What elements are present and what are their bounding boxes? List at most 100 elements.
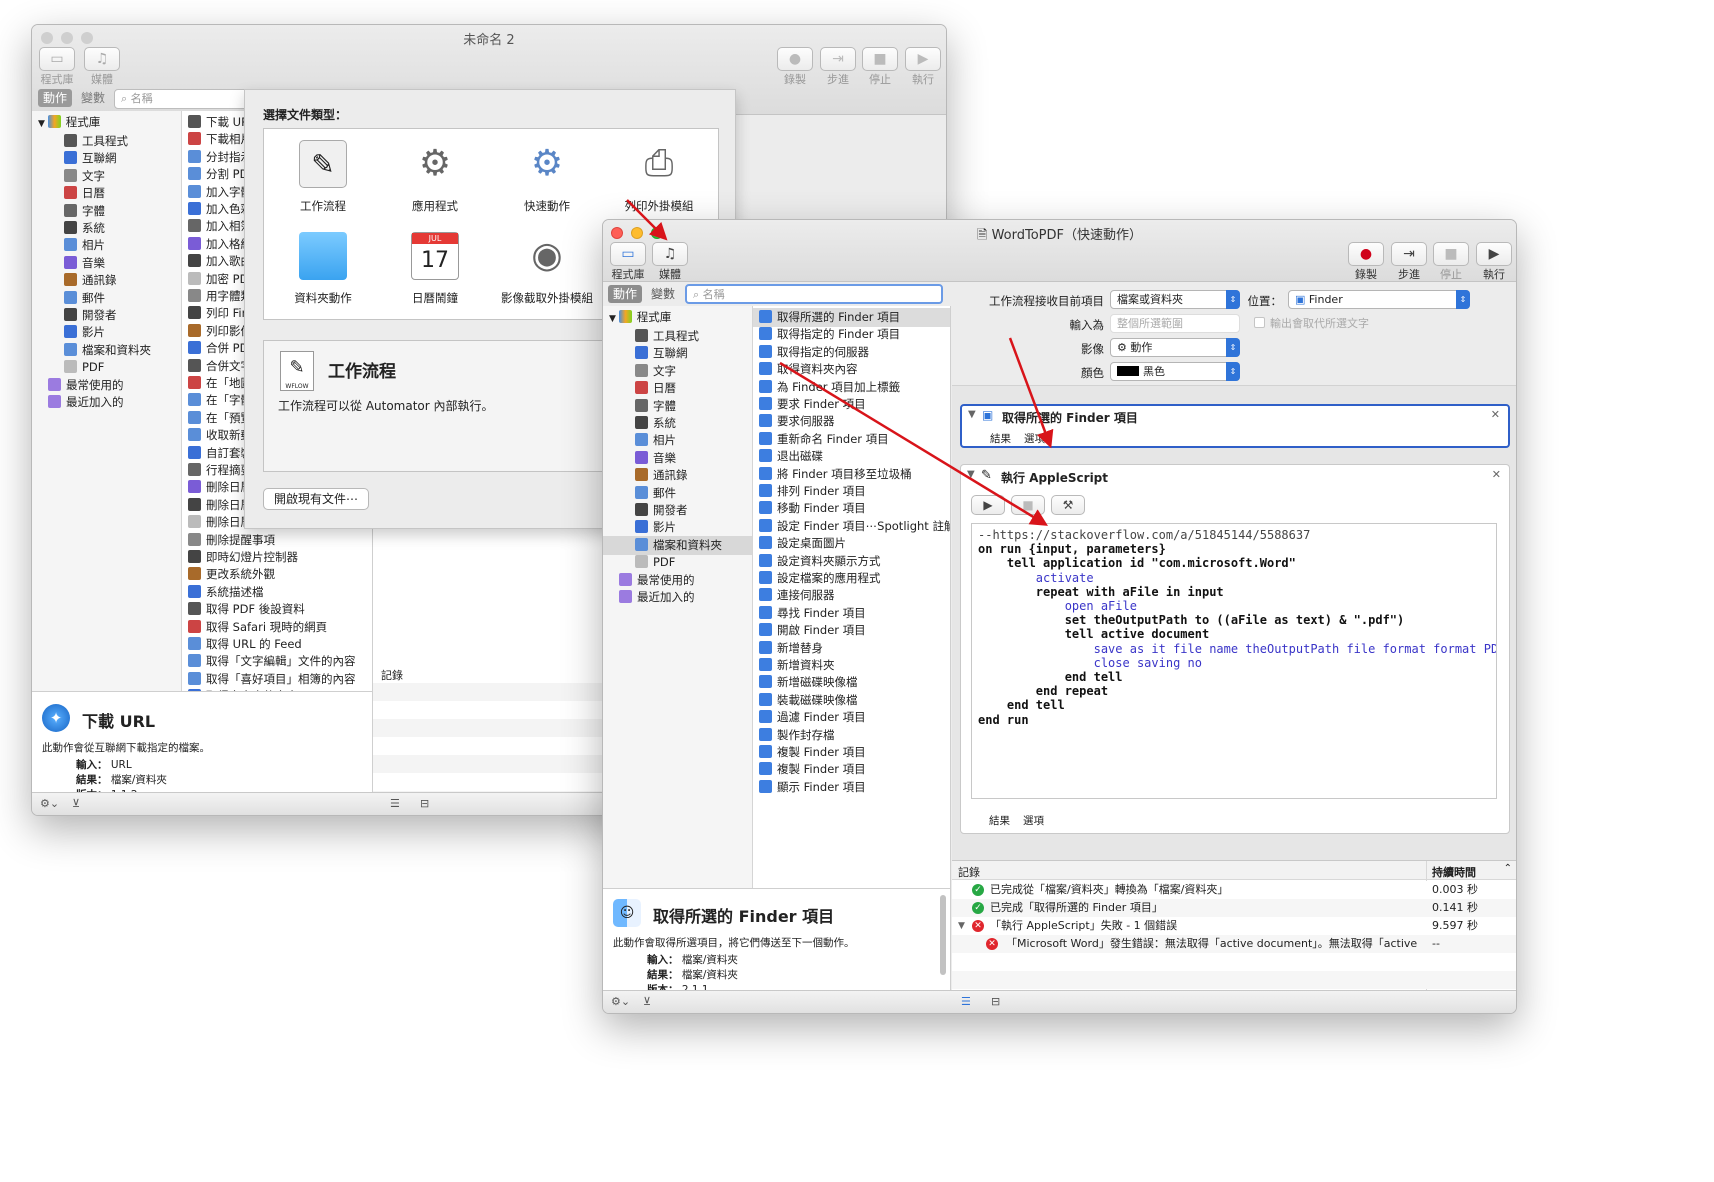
gear-menu-icon[interactable]: ⚙⌄ <box>40 797 59 810</box>
action-item[interactable]: 設定桌面圖片 <box>753 534 950 553</box>
category-item[interactable]: 影片 <box>32 323 181 342</box>
action-run-applescript[interactable]: ▼ ✎ 執行 AppleScript ✕ ▶ ■ ⚒ --https://sta… <box>960 464 1510 834</box>
action-item[interactable]: 即時幻燈片控制器 <box>182 548 372 567</box>
category-item[interactable]: 郵件 <box>603 484 752 503</box>
smart-group-item[interactable]: 最近加入的 <box>32 393 181 412</box>
action-item[interactable]: 設定資料夾顯示方式 <box>753 552 950 571</box>
input-as-popup[interactable]: 整個所選範圍 <box>1110 314 1240 333</box>
record-button[interactable]: ● <box>777 47 813 71</box>
category-item[interactable]: 工具程式 <box>603 327 752 346</box>
category-item[interactable]: 系統 <box>603 414 752 433</box>
category-item[interactable]: 互聯網 <box>603 344 752 363</box>
action-item[interactable]: 新增資料夾 <box>753 656 950 675</box>
action-item[interactable]: 開啟 Finder 項目 <box>753 621 950 640</box>
category-item[interactable]: 相片 <box>603 431 752 450</box>
list-view-icon[interactable]: ☰ <box>961 995 971 1008</box>
action2-results[interactable]: 結果 <box>989 813 1010 828</box>
stop-button[interactable]: ■ <box>862 47 898 71</box>
duration-header[interactable]: 持續時間 <box>1432 864 1476 880</box>
action-item[interactable]: 取得 URL 的 Feed <box>182 635 372 654</box>
action-item[interactable]: 取得所選的 Finder 項目 <box>753 308 950 327</box>
doc-type-4[interactable]: 資料夾動作 <box>271 228 375 314</box>
action-item[interactable]: 取得指定的伺服器 <box>753 343 950 362</box>
action-item[interactable]: 新增替身 <box>753 639 950 658</box>
action-item[interactable]: 取得「文字編輯」文件的內容 <box>182 652 372 671</box>
disclosure-icon[interactable]: ▼ <box>967 469 975 480</box>
log-header[interactable]: 記錄 <box>958 864 980 880</box>
action-item[interactable]: 複製 Finder 項目 <box>753 760 950 779</box>
tab-variables[interactable]: 變數 <box>76 89 110 107</box>
list-view-icon[interactable]: ☰ <box>390 797 400 810</box>
media-button[interactable]: ♫ <box>84 47 120 71</box>
action-item[interactable]: 移動 Finder 項目 <box>753 499 950 518</box>
open-existing-button[interactable]: 開啟現有文件⋯ <box>263 488 370 510</box>
collapse-icon[interactable]: ⊻ <box>72 797 80 810</box>
category-item[interactable]: 音樂 <box>32 254 181 273</box>
image-popup[interactable]: ⚙ 動作 ⇕ <box>1110 338 1240 357</box>
smart-group-item[interactable]: 最常使用的 <box>603 571 752 590</box>
hammer-icon[interactable]: ⚒ <box>1051 495 1085 515</box>
action-item[interactable]: 複製 Finder 項目 <box>753 743 950 762</box>
run-button[interactable]: ▶ <box>1476 242 1512 266</box>
record-button[interactable]: ● <box>1348 242 1384 266</box>
action-item[interactable]: 顯示 Finder 項目 <box>753 778 950 797</box>
script-editor[interactable]: --https://stackoverflow.com/a/51845144/5… <box>971 523 1497 799</box>
category-item[interactable]: 影片 <box>603 518 752 537</box>
action-item[interactable]: 刪除提醒事項 <box>182 531 372 550</box>
action-item[interactable]: 設定檔案的應用程式 <box>753 569 950 588</box>
run-button[interactable]: ▶ <box>905 47 941 71</box>
action-item[interactable]: 新增磁碟映像檔 <box>753 673 950 692</box>
replace-checkbox[interactable] <box>1254 317 1265 328</box>
category-item[interactable]: PDF <box>32 358 181 377</box>
library-root-row[interactable]: ▼ 程式庫 <box>32 113 181 132</box>
action1-results[interactable]: 結果 <box>990 431 1011 446</box>
action-item[interactable]: 排列 Finder 項目 <box>753 482 950 501</box>
category-item[interactable]: PDF <box>603 553 752 572</box>
category-item[interactable]: 日曆 <box>603 379 752 398</box>
tab-actions[interactable]: 動作 <box>608 285 643 303</box>
tab-variables[interactable]: 變數 <box>646 285 680 303</box>
action-item[interactable]: 將 Finder 項目移至垃圾桶 <box>753 465 950 484</box>
close-icon[interactable]: ✕ <box>1491 408 1500 421</box>
doc-type-1[interactable]: ⚙ 應用程式 <box>383 136 487 222</box>
category-item[interactable]: 文字 <box>32 167 181 186</box>
close-icon[interactable]: ✕ <box>1492 468 1501 481</box>
log-row[interactable]: ✓ 已完成「取得所選的 Finder 項目」 0.141 秒 <box>952 899 1516 917</box>
step-button[interactable]: ⇥ <box>1391 242 1427 266</box>
category-item[interactable]: 系統 <box>32 219 181 238</box>
action-item[interactable]: 取得 Safari 現時的網頁 <box>182 618 372 637</box>
library-toggle-button[interactable]: ▭ <box>39 47 75 71</box>
search-input[interactable]: ⌕ 名稱 <box>114 89 254 109</box>
disclosure-icon[interactable]: ▼ <box>968 409 976 420</box>
action-item[interactable]: 裝載磁碟映像檔 <box>753 691 950 710</box>
disclosure-icon[interactable]: ▼ <box>958 917 965 935</box>
category-item[interactable]: 文字 <box>603 362 752 381</box>
category-item[interactable]: 字體 <box>603 397 752 416</box>
tab-actions[interactable]: 動作 <box>38 89 73 107</box>
doc-type-3[interactable]: ⎙ 列印外掛模組 <box>607 136 711 222</box>
category-item[interactable]: 字體 <box>32 202 181 221</box>
category-item[interactable]: 郵件 <box>32 289 181 308</box>
category-item[interactable]: 通訊錄 <box>32 271 181 290</box>
category-item[interactable]: 檔案和資料夾 <box>32 341 181 360</box>
search-input[interactable]: ⌕ 名稱 <box>685 284 943 304</box>
action-item[interactable]: 設定 Finder 項目⋯Spotlight 註解」 <box>753 517 950 536</box>
location-popup[interactable]: ▣ Finder ⇕ <box>1288 290 1470 309</box>
action-item[interactable]: 取得「喜好項目」相簿的內容 <box>182 670 372 689</box>
log-row[interactable]: ✓ 已完成從「檔案/資料夾」轉換為「檔案/資料夾」 0.003 秒 <box>952 881 1516 899</box>
action-item[interactable]: 為 Finder 項目加上標籤 <box>753 378 950 397</box>
library-toggle-button[interactable]: ▭ <box>610 242 646 266</box>
action-item[interactable]: 取得資料夾內容 <box>753 360 950 379</box>
script-stop-button[interactable]: ■ <box>1011 495 1045 515</box>
doc-type-5[interactable]: JUL 17 日曆鬧鐘 <box>383 228 487 314</box>
script-run-button[interactable]: ▶ <box>971 495 1005 515</box>
category-item[interactable]: 檔案和資料夾 <box>603 535 752 555</box>
action1-options[interactable]: 選項 <box>1024 431 1045 446</box>
category-item[interactable]: 開發者 <box>32 306 181 325</box>
receives-popup[interactable]: 檔案或資料夾 ⇕ <box>1110 290 1240 309</box>
smart-group-item[interactable]: 最近加入的 <box>603 588 752 607</box>
media-button[interactable]: ♫ <box>652 242 688 266</box>
action-item[interactable]: 退出磁碟 <box>753 447 950 466</box>
action2-options[interactable]: 選項 <box>1023 813 1044 828</box>
action-item[interactable]: 系統描述檔 <box>182 583 372 602</box>
